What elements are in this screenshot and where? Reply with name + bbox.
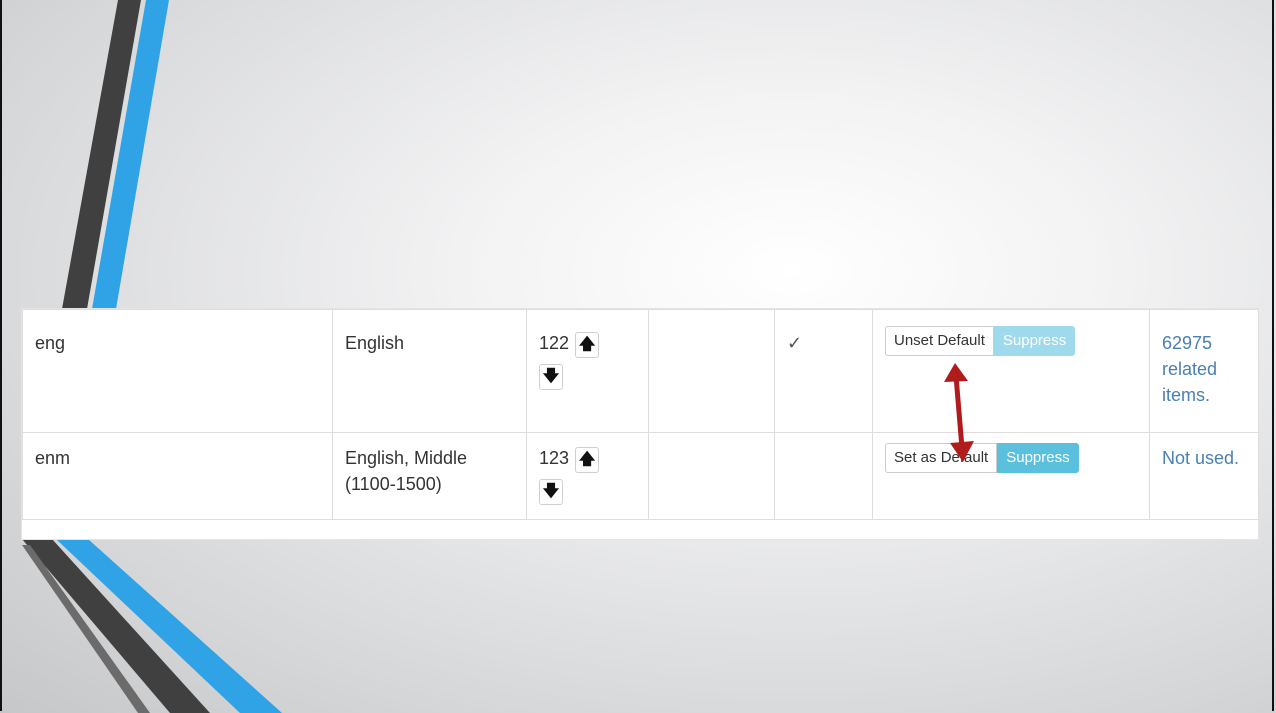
move-up-button[interactable]: 🡅 [575, 332, 600, 358]
suppress-button[interactable]: Suppress [997, 443, 1079, 473]
language-code: eng [22, 309, 333, 433]
actions-cell: Unset Default Suppress [872, 309, 1150, 433]
usage-cell: Not used. [1149, 432, 1259, 520]
language-name: English [332, 309, 527, 433]
table-row: eng English 122 🡅 🡇 ✓ Unset Default Suppre… [22, 309, 1259, 433]
language-table-panel: eng English 122 🡅 🡇 ✓ Unset Default Suppre… [22, 309, 1259, 539]
related-items-link[interactable]: 62975 related items. [1162, 333, 1217, 405]
unset-default-button[interactable]: Unset Default [885, 326, 994, 356]
language-name: English, Middle (1100-1500) [332, 432, 527, 520]
move-down-button[interactable]: 🡇 [539, 479, 563, 505]
action-button-group: Set as Default Suppress [885, 443, 1079, 473]
order-number: 123 [539, 448, 570, 468]
usage-cell: 62975 related items. [1149, 309, 1259, 433]
action-button-group: Unset Default Suppress [885, 326, 1076, 356]
language-code: enm [22, 432, 333, 520]
table-row: enm English, Middle (1100-1500) 123 🡅 🡇 S… [22, 432, 1259, 520]
move-down-button[interactable]: 🡇 [539, 364, 563, 390]
usage-status: Not used. [1162, 448, 1240, 468]
arrow-up-icon: 🡅 [578, 451, 596, 468]
actions-cell: Set as Default Suppress [872, 432, 1150, 520]
checkmark-icon: ✓ [787, 333, 803, 353]
extra-cell [648, 432, 775, 520]
move-up-button[interactable]: 🡅 [575, 447, 600, 473]
order-cell: 123 🡅 🡇 [526, 432, 649, 520]
extra-cell [648, 309, 775, 433]
suppress-button[interactable]: Suppress [993, 326, 1076, 356]
arrow-down-icon: 🡇 [542, 368, 560, 385]
arrow-up-icon: 🡅 [578, 336, 596, 353]
default-cell: ✓ [774, 309, 873, 433]
order-number: 122 [539, 333, 570, 353]
set-default-button[interactable]: Set as Default [885, 443, 998, 473]
arrow-down-icon: 🡇 [542, 483, 560, 500]
order-cell: 122 🡅 🡇 [526, 309, 649, 433]
language-table: eng English 122 🡅 🡇 ✓ Unset Default Suppre… [22, 309, 1259, 520]
default-cell [774, 432, 873, 520]
